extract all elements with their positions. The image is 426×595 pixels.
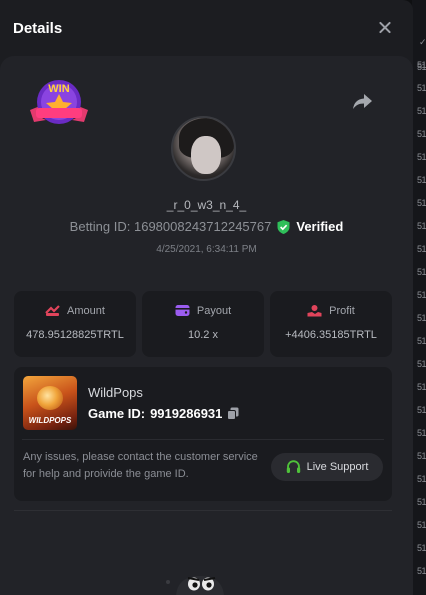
background-row-text: 51	[416, 474, 426, 484]
profit-icon	[307, 305, 322, 317]
stat-card-amount: Amount 478.95128825TRTL	[14, 291, 136, 357]
background-row-text: 51	[416, 566, 426, 576]
background-row-text: 51	[416, 359, 426, 369]
background-row-text: 51	[416, 313, 426, 323]
username: _r_0_w3_n_4_	[166, 198, 247, 212]
betting-id: Betting ID: 1698008243712245767	[69, 219, 272, 234]
share-icon[interactable]	[352, 92, 374, 110]
background-row-text: 51	[416, 543, 426, 553]
background-row-text: 51	[416, 221, 426, 231]
live-support-label: Live Support	[306, 461, 369, 473]
bet-datetime: 4/25/2021, 6:34:11 PM	[156, 244, 257, 255]
game-id-row: Game ID: 9919286931	[88, 406, 239, 421]
verified-shield-icon	[277, 219, 290, 234]
background-row-text: 51	[416, 267, 426, 277]
stat-value: 478.95128825TRTL	[26, 329, 124, 341]
details-modal: Details WIN _r_0_w3_n_4_ Betting ID: 169…	[0, 0, 413, 595]
stat-label: Payout	[196, 304, 232, 317]
background-row-text: ✓	[418, 37, 426, 47]
background-row-text: 51	[416, 244, 426, 254]
background-row-text: 51	[416, 451, 426, 461]
game-thumbnail-text: WILDPOPS	[28, 416, 72, 425]
stat-value: +4406.35185TRTL	[285, 329, 377, 341]
stat-label: Amount	[67, 304, 105, 317]
mascot-peek-icon	[166, 576, 224, 595]
background-row-text: 51	[416, 405, 426, 415]
close-icon[interactable]	[375, 18, 395, 38]
background-row-text: 51	[416, 175, 426, 185]
modal-title: Details	[13, 19, 63, 37]
avatar	[171, 116, 236, 181]
background-row-text: 51	[416, 428, 426, 438]
modal-header: Details	[0, 0, 413, 56]
background-row-text: 51	[416, 129, 426, 139]
stats-row: Amount 478.95128825TRTL Payout 10.2 x Pr…	[14, 291, 392, 357]
amount-icon	[45, 305, 60, 316]
verified-label: Verified	[296, 219, 344, 234]
game-card-divider	[22, 439, 384, 440]
game-name[interactable]: WildPops	[88, 385, 143, 400]
headset-icon	[286, 460, 300, 473]
game-id-value: 9919286931	[150, 406, 223, 421]
background-row-text: 51	[416, 106, 426, 116]
background-row-text: 51	[416, 83, 426, 93]
stat-label: Profit	[329, 304, 355, 317]
section-divider	[14, 510, 392, 511]
stat-card-profit: Profit +4406.35185TRTL	[270, 291, 392, 357]
betting-id-row: Betting ID: 1698008243712245767 Verified	[0, 219, 413, 234]
support-message: Any issues, please contact the customer …	[23, 451, 258, 480]
game-id-label: Game ID:	[88, 406, 146, 421]
background-row-text: 51	[416, 336, 426, 346]
background-row-text: 51	[416, 497, 426, 507]
background-row-text: 51	[416, 198, 426, 208]
stat-value: 10.2 x	[188, 329, 218, 341]
game-card: WILDPOPS WildPops Game ID: 9919286931 An…	[14, 367, 392, 501]
copy-icon[interactable]	[227, 407, 239, 420]
wallet-icon	[175, 305, 190, 316]
background-row-text: 51	[416, 382, 426, 392]
game-thumbnail[interactable]: WILDPOPS	[23, 376, 77, 430]
background-row-text: 51	[416, 60, 426, 70]
background-row-text: 51	[416, 152, 426, 162]
live-support-button[interactable]: Live Support	[271, 453, 383, 481]
stat-card-payout: Payout 10.2 x	[142, 291, 264, 357]
background-row-text: 51	[416, 290, 426, 300]
details-panel: WIN _r_0_w3_n_4_ Betting ID: 16980082437…	[0, 56, 413, 595]
win-badge-text: WIN	[48, 83, 69, 95]
win-badge-icon: WIN	[30, 80, 88, 124]
background-row-text: 51	[416, 520, 426, 530]
